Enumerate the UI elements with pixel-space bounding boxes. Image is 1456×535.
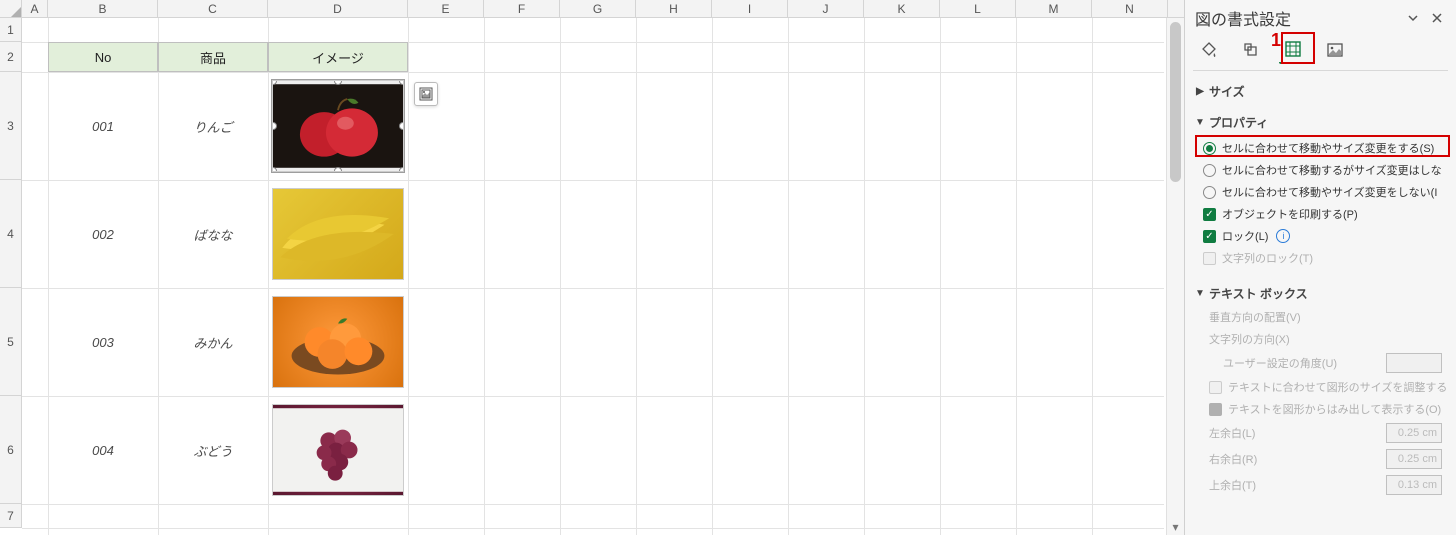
row-headers: 1234567 (0, 18, 22, 528)
col-header-H[interactable]: H (636, 0, 712, 18)
resize-handle[interactable] (399, 167, 404, 172)
resize-handle[interactable] (334, 167, 342, 172)
radio-no-move-no-size[interactable]: セルに合わせて移動やサイズ変更をしない(I (1203, 181, 1442, 203)
row-header-4[interactable]: 4 (0, 180, 22, 288)
radio-move-no-size[interactable]: セルに合わせて移動するがサイズ変更はしな (1203, 159, 1442, 181)
select-all-corner[interactable] (0, 0, 22, 18)
row-header-2[interactable]: 2 (0, 42, 22, 72)
col-header-G[interactable]: G (560, 0, 636, 18)
section-textbox[interactable]: ▼ テキスト ボックス (1193, 281, 1448, 306)
cell-product[interactable]: ぶどう (158, 396, 268, 504)
field-right-margin: 右余白(R) (1193, 446, 1448, 472)
column-headers: ABCDEFGHIJKLMNOP (22, 0, 1184, 18)
scroll-thumb[interactable] (1170, 22, 1181, 182)
cell-no[interactable]: 001 (48, 72, 158, 180)
spreadsheet-area: ABCDEFGHIJKLMNOP 1234567 No商品イメージ 001りんご… (0, 0, 1184, 535)
cell-no[interactable]: 004 (48, 396, 158, 504)
col-header-M[interactable]: M (1016, 0, 1092, 18)
field-valign: 垂直方向の配置(V) (1193, 306, 1448, 328)
row-header-1[interactable]: 1 (0, 18, 22, 42)
section-size[interactable]: ▶ サイズ (1193, 79, 1448, 104)
checkbox-icon (1209, 403, 1222, 416)
col-header-E[interactable]: E (408, 0, 484, 18)
header-no[interactable]: No (48, 42, 158, 72)
radio-icon (1203, 186, 1216, 199)
resize-handle[interactable] (399, 122, 404, 130)
row-header-7[interactable]: 7 (0, 504, 22, 528)
resize-handle[interactable] (272, 167, 277, 172)
chevron-down-icon: ▼ (1195, 117, 1205, 128)
pane-title: 図の書式設定 (1195, 6, 1398, 30)
image-apple[interactable] (272, 80, 404, 172)
image-grape[interactable] (272, 404, 404, 496)
cell-no[interactable]: 003 (48, 288, 158, 396)
field-left-margin: 左余白(L) (1193, 420, 1448, 446)
pane-close-icon[interactable] (1428, 9, 1446, 27)
header-product[interactable]: 商品 (158, 42, 268, 72)
cell-grid[interactable]: No商品イメージ 001りんご002ばなな003みかん004ぶどう (22, 18, 1164, 535)
fill-tab-icon[interactable] (1195, 36, 1223, 64)
checkbox-autofit: テキストに合わせて図形のサイズを調整する (1193, 376, 1448, 398)
col-header-A[interactable]: A (22, 0, 48, 18)
image-banana[interactable] (272, 188, 404, 280)
cell-product[interactable]: ばなな (158, 180, 268, 288)
checkbox-print-object[interactable]: ✓ オブジェクトを印刷する(P) (1203, 203, 1442, 225)
effects-tab-icon[interactable] (1237, 36, 1265, 64)
cell-product[interactable]: りんご (158, 72, 268, 180)
checkbox-lock[interactable]: ✓ ロック(L) i (1203, 225, 1442, 247)
checkbox-lock-text: 文字列のロック(T) (1203, 247, 1442, 269)
format-picture-pane: 図の書式設定 1 ▶ サイズ 2 ▼ プロパティ セルに合わせて移動やサイズ変更… (1184, 0, 1456, 535)
resize-handle[interactable] (399, 80, 404, 85)
col-header-J[interactable]: J (788, 0, 864, 18)
checkbox-icon: ✓ (1203, 208, 1216, 221)
info-icon[interactable]: i (1276, 229, 1290, 243)
top-margin-input (1386, 475, 1442, 495)
col-header-D[interactable]: D (268, 0, 408, 18)
left-margin-input (1386, 423, 1442, 443)
vertical-scrollbar[interactable]: ▴ ▾ (1166, 18, 1184, 535)
chevron-right-icon: ▶ (1195, 86, 1205, 97)
chevron-down-icon: ▼ (1195, 288, 1205, 299)
pane-tab-row: 1 (1185, 34, 1456, 70)
picture-tab-icon[interactable] (1321, 36, 1349, 64)
cell-product[interactable]: みかん (158, 288, 268, 396)
field-textdir: 文字列の方向(X) (1193, 328, 1448, 350)
radio-icon (1203, 164, 1216, 177)
section-properties[interactable]: ▼ プロパティ (1193, 110, 1448, 135)
col-header-K[interactable]: K (864, 0, 940, 18)
col-header-O[interactable]: O (1168, 0, 1184, 18)
pane-dropdown-icon[interactable] (1404, 9, 1422, 27)
row-header-3[interactable]: 3 (0, 72, 22, 180)
row-header-6[interactable]: 6 (0, 396, 22, 504)
col-header-F[interactable]: F (484, 0, 560, 18)
checkbox-icon: ✓ (1203, 230, 1216, 243)
row-header-5[interactable]: 5 (0, 288, 22, 396)
radio-icon (1203, 142, 1216, 155)
size-properties-tab-icon[interactable] (1279, 36, 1307, 64)
field-top-margin: 上余白(T) (1193, 472, 1448, 498)
col-header-I[interactable]: I (712, 0, 788, 18)
col-header-C[interactable]: C (158, 0, 268, 18)
right-margin-input (1386, 449, 1442, 469)
checkbox-icon (1203, 252, 1216, 265)
scroll-down-icon[interactable]: ▾ (1167, 519, 1184, 535)
picture-options-button[interactable] (414, 82, 438, 106)
angle-input (1386, 353, 1442, 373)
col-header-N[interactable]: N (1092, 0, 1168, 18)
col-header-L[interactable]: L (940, 0, 1016, 18)
col-header-B[interactable]: B (48, 0, 158, 18)
radio-move-and-size[interactable]: セルに合わせて移動やサイズ変更をする(S) (1203, 137, 1442, 159)
header-image[interactable]: イメージ (268, 42, 408, 72)
cell-no[interactable]: 002 (48, 180, 158, 288)
checkbox-overflow: テキストを図形からはみ出して表示する(O) (1193, 398, 1448, 420)
checkbox-icon (1209, 381, 1222, 394)
image-orange[interactable] (272, 296, 404, 388)
field-angle: ユーザー設定の角度(U) (1193, 350, 1448, 376)
